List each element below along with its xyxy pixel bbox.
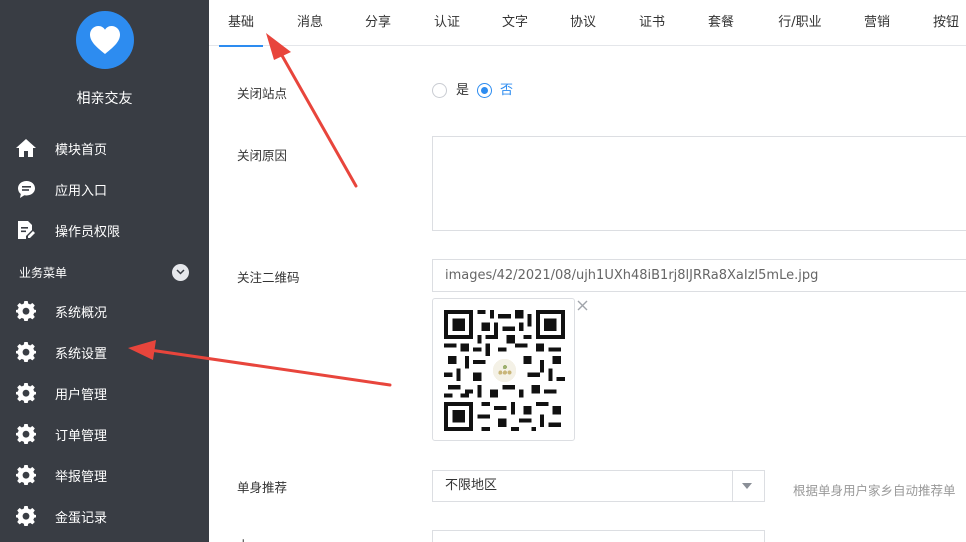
single-recommend-hint: 根据单身用户家乡自动推荐单 (793, 483, 956, 498)
tab-industry-occupation[interactable]: 行/职业 (772, 0, 828, 46)
gear-icon (15, 341, 37, 363)
sidebar-item-label: 金蛋记录 (55, 510, 108, 526)
tab-package[interactable]: 套餐 (699, 0, 743, 46)
close-site-label: 关闭站点 (237, 86, 288, 101)
next-row-label: 本 (237, 535, 250, 542)
sidebar-group-business-menu[interactable]: 业务菜单 (0, 258, 209, 286)
tab-agreement[interactable]: 协议 (561, 0, 605, 46)
close-reason-textarea[interactable] (432, 136, 966, 231)
chevron-down-icon[interactable] (172, 263, 189, 281)
sidebar-item-label: 系统概况 (55, 305, 108, 321)
caret-down-icon (742, 483, 752, 489)
tab-text[interactable]: 文字 (493, 0, 537, 46)
heart-icon (90, 26, 120, 54)
sidebar-item-golden-egg-records[interactable]: 金蛋记录 (0, 496, 209, 536)
qrcode-label: 关注二维码 (237, 270, 300, 285)
sidebar-item-label: 用户管理 (55, 387, 108, 403)
sidebar-item-user-management[interactable]: 用户管理 (0, 373, 209, 413)
qrcode-image-preview (432, 298, 575, 441)
single-recommend-select[interactable]: 不限地区 (432, 470, 765, 502)
home-icon (15, 137, 37, 159)
qrcode-path-input[interactable]: images/42/2021/08/ujh1UXh48iB1rj8lJRRa8X… (432, 259, 966, 292)
gear-icon (15, 505, 37, 527)
sidebar-item-label: 操作员权限 (55, 224, 121, 240)
close-site-no-radio[interactable] (477, 83, 492, 98)
sidebar-item-system-overview[interactable]: 系统概况 (0, 291, 209, 331)
sidebar-item-order-management[interactable]: 订单管理 (0, 414, 209, 454)
sidebar-item-label: 举报管理 (55, 469, 108, 485)
select-value: 不限地区 (445, 478, 498, 493)
tab-basic[interactable]: 基础 (219, 0, 263, 47)
sidebar: 相亲交友 模块首页 应用入口 操作员权限 业务菜单 系统概况 系统设置 用户管理 (0, 0, 209, 542)
next-row-input[interactable] (432, 530, 765, 542)
gear-icon (15, 423, 37, 445)
close-site-yes-radio[interactable] (432, 83, 447, 98)
tab-marketing[interactable]: 营销 (855, 0, 899, 46)
tab-bar: 基础 消息 分享 认证 文字 协议 证书 套餐 行/职业 营销 按钮 (209, 0, 966, 47)
sidebar-item-label: 模块首页 (55, 142, 108, 158)
qrcode-image (444, 310, 565, 431)
tab-share[interactable]: 分享 (356, 0, 400, 46)
tab-verification[interactable]: 认证 (425, 0, 469, 46)
select-divider (732, 471, 733, 501)
gear-icon (15, 382, 37, 404)
sidebar-item-label: 应用入口 (55, 183, 108, 199)
document-edit-icon (15, 219, 37, 241)
gear-icon (15, 464, 37, 486)
app-name: 相亲交友 (76, 91, 133, 107)
chat-bubble-icon (15, 178, 37, 200)
close-reason-label: 关闭原因 (237, 148, 288, 163)
tab-button[interactable]: 按钮 (924, 0, 966, 46)
sidebar-item-label: 订单管理 (55, 428, 108, 444)
single-recommend-label: 单身推荐 (237, 480, 288, 495)
sidebar-item-system-settings[interactable]: 系统设置 (0, 332, 209, 372)
sidebar-group-label: 业务菜单 (19, 265, 68, 280)
close-site-yes-label[interactable]: 是 (456, 83, 469, 99)
tab-certificate[interactable]: 证书 (630, 0, 674, 46)
tab-message[interactable]: 消息 (288, 0, 332, 46)
sidebar-item-home[interactable]: 模块首页 (0, 128, 209, 168)
close-icon[interactable] (577, 300, 589, 312)
close-site-no-label[interactable]: 否 (500, 83, 513, 99)
gear-icon (15, 300, 37, 322)
sidebar-item-operator-permissions[interactable]: 操作员权限 (0, 210, 209, 250)
app-logo (76, 11, 134, 69)
sidebar-item-report-management[interactable]: 举报管理 (0, 455, 209, 495)
sidebar-item-app-entry[interactable]: 应用入口 (0, 169, 209, 209)
sidebar-item-label: 系统设置 (55, 346, 108, 362)
